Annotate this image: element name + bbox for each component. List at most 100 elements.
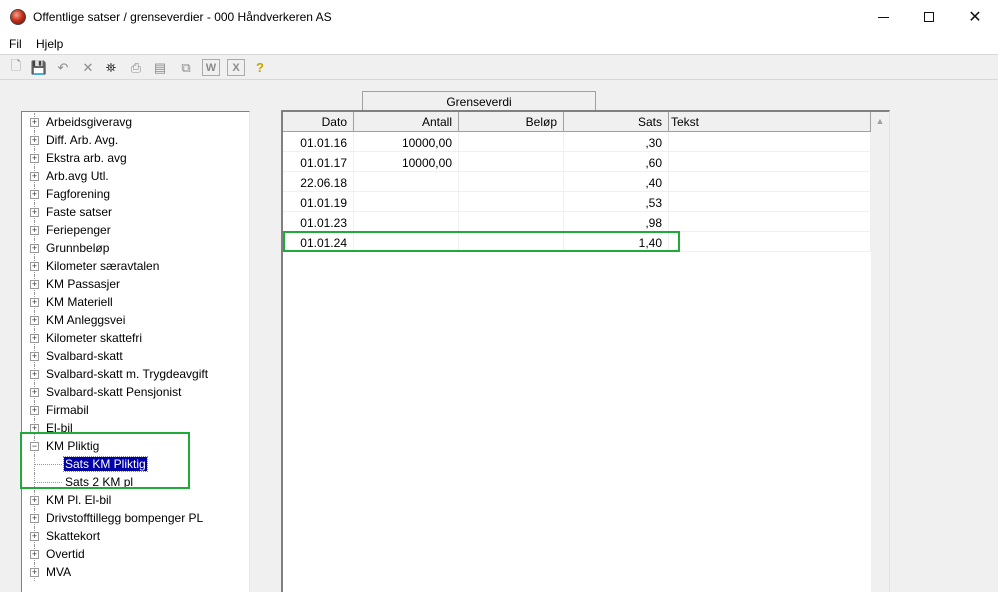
category-tree[interactable]: + Arbeidsgiveravg + Diff. Arb. Avg. + Ekstra … (21, 111, 250, 592)
tree-item[interactable]: + Fagforening (22, 185, 250, 203)
expand-icon[interactable]: + (30, 370, 39, 379)
table-row[interactable]: 22.06.18 ,40 (283, 172, 871, 192)
cell-belop[interactable] (459, 152, 564, 172)
expand-icon[interactable]: + (30, 136, 39, 145)
tree-item[interactable]: + MVA (22, 563, 250, 581)
cell-antall[interactable] (354, 172, 459, 192)
cell-tekst[interactable] (669, 212, 871, 232)
cell-sats[interactable]: ,53 (564, 192, 669, 212)
tree-item[interactable]: + Kilometer særavtalen (22, 257, 250, 275)
tree-item[interactable]: + Grunnbeløp (22, 239, 250, 257)
cell-belop[interactable] (459, 172, 564, 192)
cell-antall[interactable] (354, 232, 459, 252)
delete-icon[interactable]: ✕ (79, 59, 97, 76)
table-row[interactable]: 01.01.24 1,40 (283, 232, 871, 252)
table-row[interactable]: 01.01.17 10000,00 ,60 (283, 152, 871, 172)
tree-item[interactable]: + KM Anleggsvei (22, 311, 250, 329)
cell-sats[interactable]: ,98 (564, 212, 669, 232)
tree-item[interactable]: + Svalbard-skatt m. Trygdeavgift (22, 365, 250, 383)
tree-child-item[interactable]: Sats 2 KM pl (22, 473, 250, 491)
table-row[interactable]: 01.01.19 ,53 (283, 192, 871, 212)
expand-icon[interactable]: + (30, 388, 39, 397)
table-row[interactable]: 01.01.16 10000,00 ,30 (283, 132, 871, 152)
expand-icon[interactable]: + (30, 172, 39, 181)
expand-icon[interactable]: + (30, 532, 39, 541)
column-header-tekst[interactable]: Tekst (669, 112, 871, 132)
new-icon[interactable]: 🗋 (7, 58, 25, 76)
tree-item[interactable]: + Drivstofftillegg bompenger PL (22, 509, 250, 527)
tree-item[interactable]: + KM Pl. El-bil (22, 491, 250, 509)
expand-icon[interactable]: + (30, 244, 39, 253)
cell-dato[interactable]: 01.01.23 (283, 212, 354, 232)
vertical-scrollbar[interactable]: ▲ (871, 112, 889, 592)
cell-dato[interactable]: 01.01.19 (283, 192, 354, 212)
cell-dato[interactable]: 01.01.24 (283, 232, 354, 252)
tree-item[interactable]: + Svalbard-skatt Pensjonist (22, 383, 250, 401)
scroll-up-icon[interactable]: ▲ (871, 112, 889, 130)
cell-tekst[interactable] (669, 172, 871, 192)
cell-antall[interactable]: 10000,00 (354, 152, 459, 172)
cell-dato[interactable]: 01.01.16 (283, 132, 354, 152)
tree-item[interactable]: + Arb.avg Utl. (22, 167, 250, 185)
expand-icon[interactable]: + (30, 406, 39, 415)
column-header-sats[interactable]: Sats (564, 112, 669, 132)
expand-icon[interactable]: + (30, 298, 39, 307)
cell-sats[interactable]: ,60 (564, 152, 669, 172)
expand-icon[interactable]: + (30, 316, 39, 325)
expand-icon[interactable]: + (30, 568, 39, 577)
tree-item[interactable]: + Firmabil (22, 401, 250, 419)
cell-belop[interactable] (459, 192, 564, 212)
form-icon[interactable]: ▤ (151, 59, 169, 76)
expand-icon[interactable]: + (30, 118, 39, 127)
tree-item[interactable]: + Svalbard-skatt (22, 347, 250, 365)
expand-icon[interactable]: + (30, 514, 39, 523)
tree-item[interactable]: + Feriepenger (22, 221, 250, 239)
expand-icon[interactable]: + (30, 208, 39, 217)
cell-tekst[interactable] (669, 192, 871, 212)
maximize-button[interactable] (906, 0, 952, 34)
expand-icon[interactable]: + (30, 496, 39, 505)
tree-item[interactable]: + Overtid (22, 545, 250, 563)
close-button[interactable]: ✕ (952, 0, 998, 34)
menu-help[interactable]: Hjelp (36, 37, 63, 51)
tree-item[interactable]: + KM Materiell (22, 293, 250, 311)
expand-icon[interactable]: + (30, 190, 39, 199)
expand-icon[interactable]: + (30, 262, 39, 271)
tree-item[interactable]: + El-bil (22, 419, 250, 437)
expand-icon[interactable]: + (30, 352, 39, 361)
table-row[interactable]: 01.01.23 ,98 (283, 212, 871, 232)
expand-icon[interactable]: + (30, 424, 39, 433)
cell-sats[interactable]: ,30 (564, 132, 669, 152)
expand-icon[interactable]: + (30, 226, 39, 235)
minimize-button[interactable] (860, 0, 906, 34)
tree-item[interactable]: + Kilometer skattefri (22, 329, 250, 347)
cell-belop[interactable] (459, 132, 564, 152)
save-icon[interactable]: 💾 (30, 59, 48, 76)
cell-dato[interactable]: 22.06.18 (283, 172, 354, 192)
cell-sats[interactable]: ,40 (564, 172, 669, 192)
cell-tekst[interactable] (669, 232, 871, 252)
cell-tekst[interactable] (669, 132, 871, 152)
tree-item[interactable]: − KM Pliktig (22, 437, 250, 455)
column-header-belop[interactable]: Beløp (459, 112, 564, 132)
expand-icon[interactable]: + (30, 154, 39, 163)
tree-item[interactable]: + Diff. Arb. Avg. (22, 131, 250, 149)
column-header-antall[interactable]: Antall (354, 112, 459, 132)
tree-item[interactable]: + KM Passasjer (22, 275, 250, 293)
cell-antall[interactable]: 10000,00 (354, 132, 459, 152)
expand-icon[interactable]: + (30, 280, 39, 289)
tree-item[interactable]: + Skattekort (22, 527, 250, 545)
cell-belop[interactable] (459, 232, 564, 252)
cell-tekst[interactable] (669, 152, 871, 172)
collapse-icon[interactable]: − (30, 442, 39, 451)
word-icon[interactable]: W (202, 59, 220, 76)
cell-belop[interactable] (459, 212, 564, 232)
tree-item[interactable]: + Faste satser (22, 203, 250, 221)
tree-item[interactable]: + Arbeidsgiveravg (22, 113, 250, 131)
tree-child-item[interactable]: Sats KM Pliktig (22, 455, 250, 473)
find-icon[interactable]: ⛯ (102, 59, 120, 76)
column-header-dato[interactable]: Dato (283, 112, 354, 132)
print-icon[interactable]: ⎙ (127, 59, 145, 76)
excel-icon[interactable]: X (227, 59, 245, 76)
undo-icon[interactable]: ↶ (54, 59, 72, 76)
